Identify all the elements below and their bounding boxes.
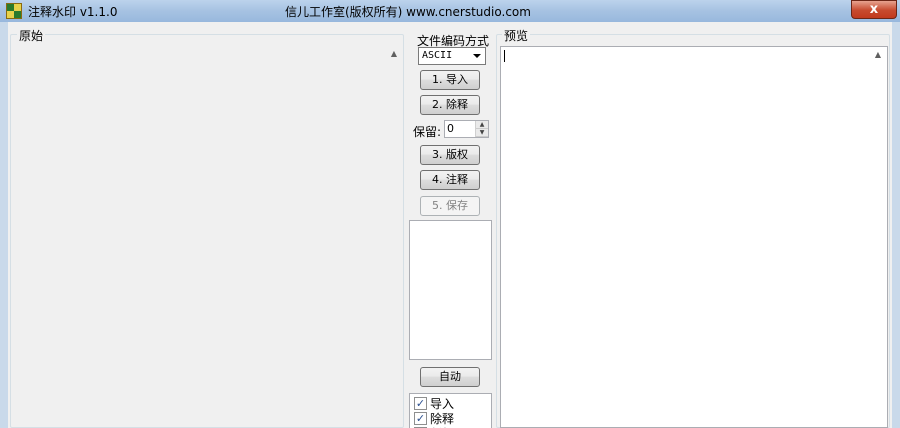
check-remove-box[interactable]: ✓ [414,412,427,425]
annotate-button[interactable]: 4. 注释 [420,170,480,190]
keep-label: 保留: [413,125,442,139]
check-import-box[interactable]: ✓ [414,397,427,410]
app-icon [6,3,22,19]
preview-label: 预览 [502,27,531,44]
check-import-row[interactable]: ✓ 导入 [414,396,454,411]
text-caret [504,50,505,62]
spin-down-icon[interactable]: ▼ [476,129,488,137]
title-bar[interactable]: 注释水印 v1.1.0 信儿工作室(版权所有) www.cnerstudio.c… [0,0,900,22]
preview-textarea[interactable]: ▲ [500,46,888,428]
studio-title: 信儿工作室(版权所有) www.cnerstudio.com [285,5,531,19]
original-group [10,34,404,428]
check-remove-row[interactable]: ✓ 除释 [414,411,454,426]
encoding-selected-value: ASCII [422,50,453,61]
original-scroll-up-icon[interactable]: ▲ [387,48,401,60]
spin-up-icon[interactable]: ▲ [476,121,488,129]
encoding-select[interactable]: ASCII [418,47,486,65]
chevron-down-icon [473,54,481,58]
preview-scroll-up-icon[interactable]: ▲ [871,49,885,61]
import-button[interactable]: 1. 导入 [420,70,480,90]
close-button[interactable]: x [851,0,897,19]
client-area: 原始 ▲ 文件编码方式 ASCII 1. 导入 2. 除释 保留: 0 ▲ ▼ … [8,22,892,428]
log-listbox[interactable] [409,220,492,360]
keep-stepper[interactable]: 0 ▲ ▼ [444,120,489,138]
auto-button[interactable]: 自动 [420,367,480,387]
original-label: 原始 [17,27,46,44]
step-checklist[interactable]: ✓ 导入 ✓ 除释 版权 [409,393,492,428]
remove-comments-button[interactable]: 2. 除释 [420,95,480,115]
copyright-button[interactable]: 3. 版权 [420,145,480,165]
window-title: 注释水印 v1.1.0 [28,5,118,19]
keep-stepper-buttons[interactable]: ▲ ▼ [475,121,488,137]
close-icon: x [869,2,879,17]
save-button[interactable]: 5. 保存 [420,196,480,216]
keep-value: 0 [447,122,454,135]
